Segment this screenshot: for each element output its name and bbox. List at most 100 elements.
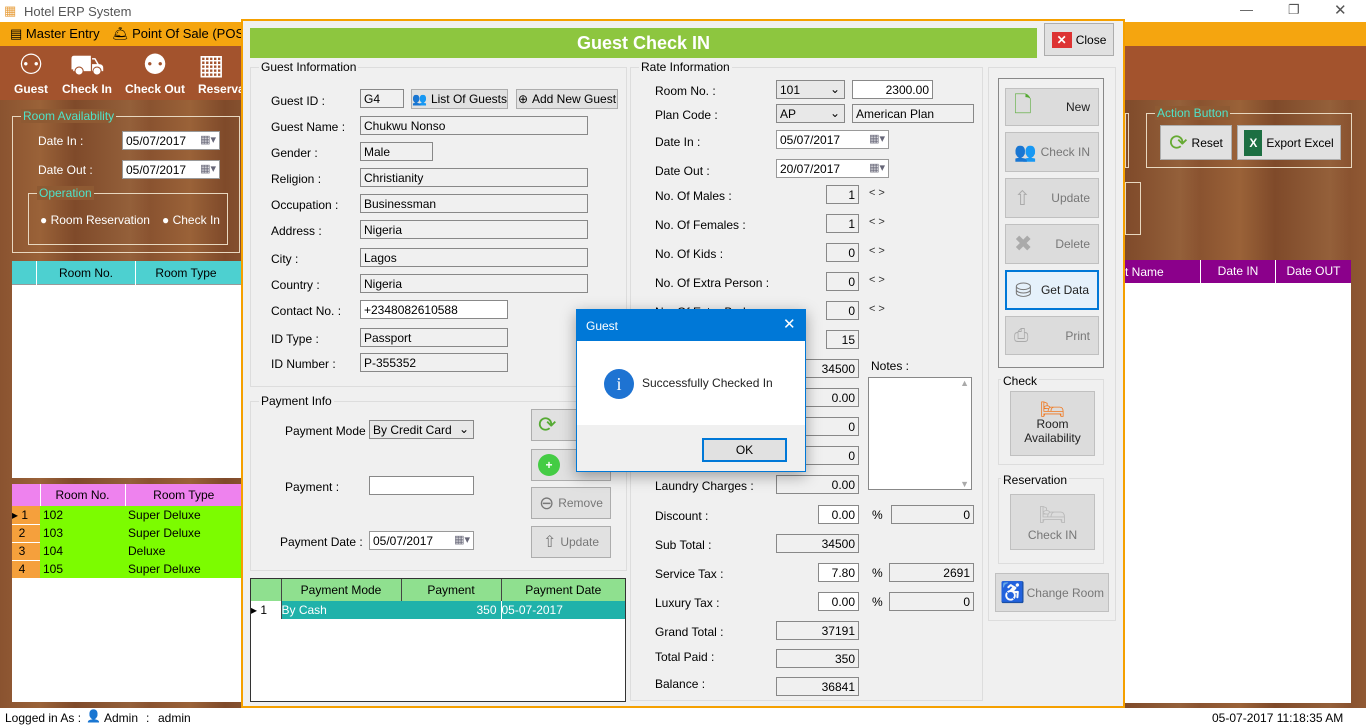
radio-check-in[interactable]: ● Check In: [162, 213, 220, 227]
get-data-button[interactable]: ⛁ Get Data: [1005, 270, 1099, 310]
stepper-arrows-icon[interactable]: <>: [869, 187, 888, 199]
date-in-picker[interactable]: 05/07/2017 ▦▾: [122, 131, 220, 150]
print-button[interactable]: ⎙ Print: [1005, 316, 1099, 355]
rate-row-field[interactable]: 0.00: [776, 475, 859, 494]
column-header[interactable]: Payment: [401, 579, 502, 601]
luxury-tax-label: Luxury Tax :: [655, 596, 720, 610]
grand-total-field: 37191: [776, 621, 859, 640]
rate-row-field[interactable]: 0: [826, 301, 859, 320]
subtotal-field: 34500: [776, 534, 859, 553]
room-no-label: Room No. :: [655, 84, 716, 98]
table-row[interactable]: 3 104 Deluxe: [12, 542, 242, 561]
column-header[interactable]: Payment Mode: [281, 579, 402, 601]
remove-payment-button[interactable]: ⊖ Remove: [531, 487, 611, 519]
dialog-close-button[interactable]: ✕: [783, 315, 796, 333]
grand-total-label: Grand Total :: [655, 625, 724, 639]
rooms-table[interactable]: Room No. Room Type ▸ 1 102 Super Deluxe 2 10…: [12, 484, 242, 702]
export-excel-button[interactable]: X Export Excel: [1237, 125, 1341, 160]
close-form-button[interactable]: ✕ Close: [1044, 23, 1114, 56]
room-list-table[interactable]: Room No. Room Type: [12, 261, 242, 478]
column-header[interactable]: Date IN: [1200, 260, 1275, 283]
toolbar-guest[interactable]: ⚇ Guest: [12, 48, 50, 96]
table-row[interactable]: 2 103 Super Deluxe: [12, 524, 242, 543]
ok-button[interactable]: OK: [702, 438, 787, 462]
guest-field-label: Address :: [271, 224, 322, 238]
column-header[interactable]: Payment Date: [501, 579, 625, 601]
guest-field-label: Gender :: [271, 146, 318, 160]
group-label: Check: [1001, 374, 1040, 388]
menu-master-entry[interactable]: ▤ Master Entry: [10, 26, 100, 42]
update-button[interactable]: ⇧ Update: [1005, 178, 1099, 218]
reservation-check-in-button[interactable]: 🛏 Check IN: [1010, 494, 1095, 550]
list-of-guests-button[interactable]: 👥 List Of Guests: [411, 89, 508, 109]
table-row[interactable]: ▸ 1 102 Super Deluxe: [12, 506, 242, 525]
date-out-picker[interactable]: 05/07/2017 ▦▾: [122, 160, 220, 179]
table-row[interactable]: ▸ 1 By Cash 350 05-07-2017: [251, 601, 625, 619]
update-payment-button[interactable]: ⇧ Update: [531, 526, 611, 558]
payment-table[interactable]: Payment Mode Payment Payment Date ▸ 1 By Ca…: [250, 578, 626, 702]
guest-id-label: Guest ID :: [271, 94, 326, 108]
payment-input[interactable]: [369, 476, 474, 495]
stepper-arrows-icon[interactable]: <>: [869, 274, 888, 286]
column-header[interactable]: Room No.: [36, 261, 136, 285]
reset-button[interactable]: ⟳ Reset: [1160, 125, 1232, 160]
luxury-tax-input[interactable]: 0.00: [818, 592, 859, 611]
stepper-arrows-icon[interactable]: <>: [869, 303, 888, 315]
rate-row-field[interactable]: 0: [826, 243, 859, 262]
room-rate-field[interactable]: 2300.00: [852, 80, 933, 99]
guest-field-input[interactable]: Lagos: [360, 248, 588, 267]
database-icon: ⛁: [1015, 279, 1032, 302]
refresh-icon: ⟳: [538, 412, 557, 437]
discount-input[interactable]: 0.00: [818, 505, 859, 524]
discount-amount-field: 0: [891, 505, 974, 524]
rate-date-in-picker[interactable]: 05/07/2017 ▦▾: [776, 130, 889, 149]
guest-field-input[interactable]: Businessman: [360, 194, 588, 213]
table-row[interactable]: 4 105 Super Deluxe: [12, 560, 242, 579]
guest-id-field[interactable]: G4: [360, 89, 404, 108]
service-tax-input[interactable]: 7.80: [818, 563, 859, 582]
check-in-button[interactable]: 👥 Check IN: [1005, 132, 1099, 172]
payment-date-picker[interactable]: 05/07/2017 ▦▾: [369, 531, 474, 550]
notes-textarea[interactable]: ▲ ▼: [868, 377, 972, 490]
column-header[interactable]: t Name: [1125, 265, 1164, 279]
menu-pos[interactable]: 🛎 Point Of Sale (POS): [112, 26, 248, 42]
new-button[interactable]: 🗋 New: [1005, 88, 1099, 126]
change-room-button[interactable]: ♿ Change Room: [995, 573, 1109, 612]
rate-row-field[interactable]: 1: [826, 214, 859, 233]
column-header[interactable]: Room Type: [136, 261, 236, 285]
column-header[interactable]: Room Type: [124, 484, 242, 506]
rate-row-field[interactable]: 1: [826, 185, 859, 204]
restore-button[interactable]: ❐: [1288, 2, 1300, 18]
close-window-button[interactable]: ✕: [1334, 1, 1347, 19]
guest-field-input[interactable]: Christianity: [360, 168, 588, 187]
toolbar-check-in[interactable]: ⛟ Check In: [62, 48, 112, 96]
column-header[interactable]: Date OUT: [1275, 260, 1351, 283]
rate-row-field[interactable]: 0: [826, 272, 859, 291]
toolbar-check-out[interactable]: ⚉ Check Out: [125, 48, 185, 96]
guest-field-input[interactable]: Nigeria: [360, 220, 588, 239]
delete-button[interactable]: ✖ Delete: [1005, 224, 1099, 264]
discount-label: Discount :: [655, 509, 709, 523]
plan-code-select[interactable]: AP ⌄: [776, 104, 845, 123]
room-availability-button[interactable]: 🛏 Room Availability: [1010, 391, 1095, 456]
column-header[interactable]: Room No.: [39, 484, 126, 506]
guest-field-input[interactable]: Male: [360, 142, 433, 161]
radio-room-reservation[interactable]: ● Room Reservation: [40, 213, 150, 227]
dialog-message: Successfully Checked In: [642, 376, 773, 390]
add-new-guest-button[interactable]: ⊕ Add New Guest: [516, 89, 618, 109]
guest-field-input[interactable]: P-355352: [360, 353, 508, 372]
payment-mode-select[interactable]: By Credit Card ⌄: [369, 420, 474, 439]
plus-circle-icon: ⊕: [517, 92, 528, 106]
minimize-button[interactable]: —: [1240, 2, 1253, 17]
reservation-table-body[interactable]: [1125, 283, 1351, 703]
stepper-arrows-icon[interactable]: <>: [869, 216, 888, 228]
guest-field-input[interactable]: Nigeria: [360, 274, 588, 293]
rate-date-out-picker[interactable]: 20/07/2017 ▦▾: [776, 159, 889, 178]
message-dialog: Guest ✕ i Successfully Checked In OK: [576, 309, 806, 472]
stepper-arrows-icon[interactable]: <>: [869, 245, 888, 257]
guest-field-input[interactable]: +2348082610588: [360, 300, 508, 319]
rate-row-field[interactable]: 15: [826, 330, 859, 349]
guest-field-input[interactable]: Passport: [360, 328, 508, 347]
room-no-select[interactable]: 101 ⌄: [776, 80, 845, 99]
guest-field-input[interactable]: Chukwu Nonso: [360, 116, 588, 135]
